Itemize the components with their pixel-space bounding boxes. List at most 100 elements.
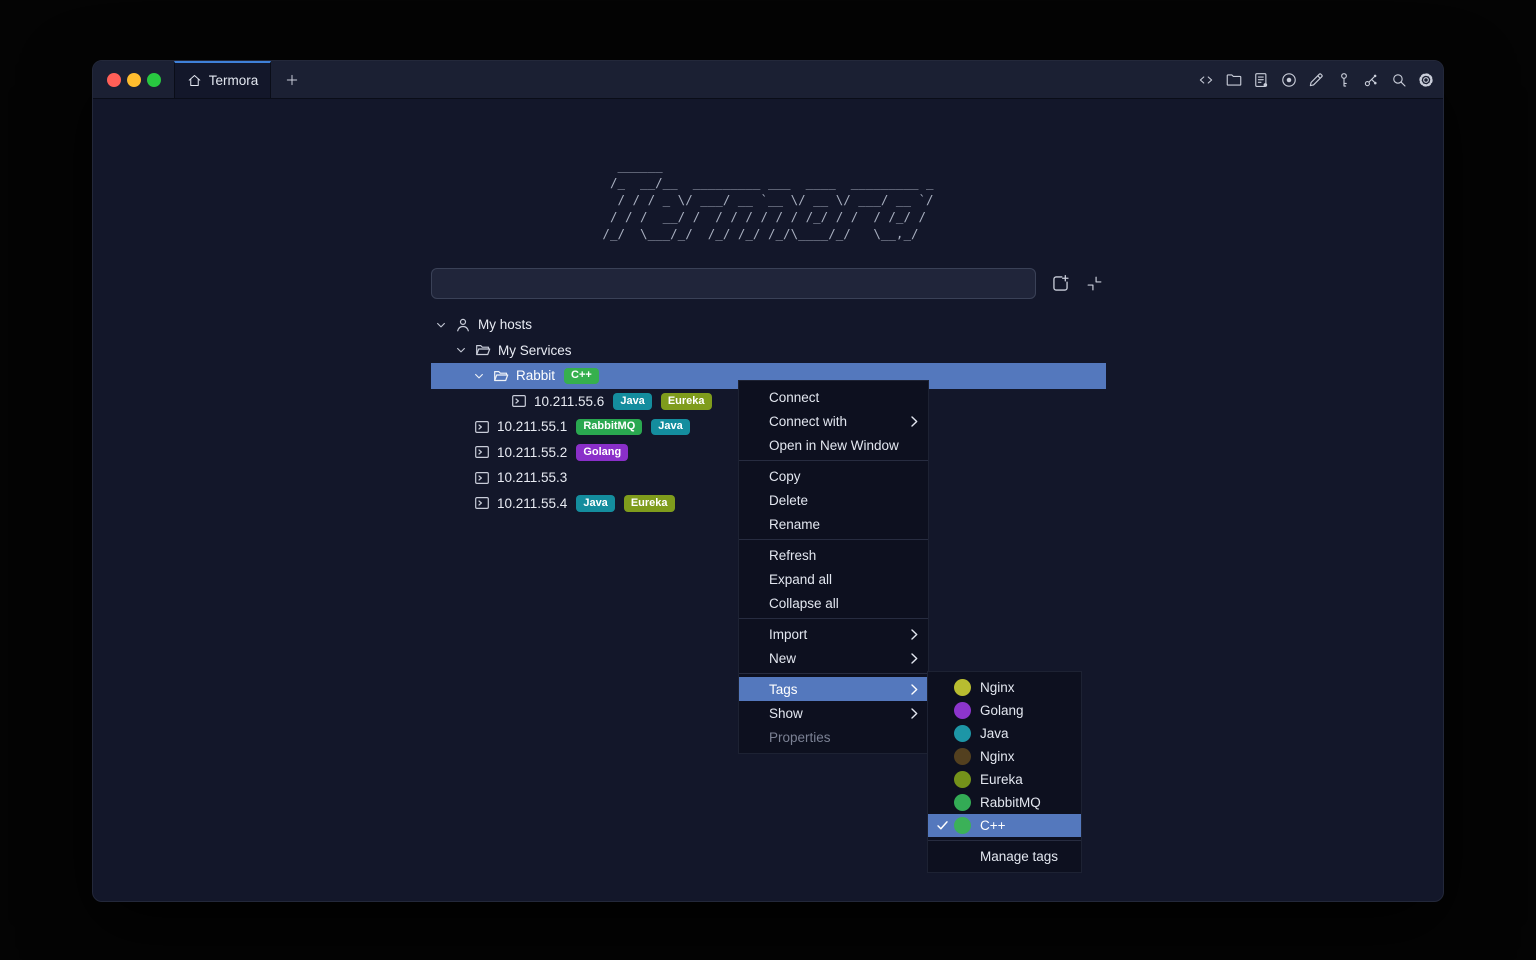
- close-window-button[interactable]: [107, 73, 121, 87]
- ascii-art-logo: ______ /_ __/__ _________ ___ ____ _____…: [602, 157, 933, 242]
- tag-color-dot: [954, 748, 971, 765]
- new-host-button[interactable]: [1049, 273, 1071, 295]
- record-icon: [1280, 71, 1298, 89]
- app-banner: ______ /_ __/__ _________ ___ ____ _____…: [93, 157, 1443, 243]
- minimize-window-button[interactable]: [127, 73, 141, 87]
- tab-title: Termora: [209, 73, 259, 88]
- edit-icon: [1307, 71, 1325, 89]
- code-icon: [1197, 71, 1215, 89]
- submenu-item-eureka[interactable]: Eureka: [928, 768, 1081, 791]
- menu-separator: [928, 840, 1081, 841]
- tag-color-dot: [954, 702, 971, 719]
- titlebar-toolbar: [1197, 61, 1443, 98]
- tag-color-dot: [954, 679, 971, 696]
- submenu-item-cpp[interactable]: C++: [928, 814, 1081, 837]
- context-menu: Connect Connect with Open in New Window …: [738, 380, 929, 754]
- toolbar-folder-button[interactable]: [1225, 71, 1243, 89]
- chevron-right-icon: [911, 684, 918, 695]
- submenu-item-manage-tags[interactable]: Manage tags: [928, 844, 1081, 868]
- menu-item-tags[interactable]: Tags: [739, 677, 928, 701]
- chevron-right-icon: [911, 653, 918, 664]
- submenu-item-nginx[interactable]: Nginx: [928, 676, 1081, 699]
- tag-color-dot: [954, 817, 971, 834]
- toolbar-keychain-button[interactable]: [1362, 71, 1380, 89]
- terminal-icon: [474, 495, 490, 511]
- toolbar-log-button[interactable]: [1252, 71, 1270, 89]
- tree-item-my-hosts[interactable]: My hosts: [431, 312, 1106, 338]
- menu-separator: [739, 618, 928, 619]
- tree-item-my-services[interactable]: My Services: [431, 338, 1106, 364]
- collapse-all-button[interactable]: [1083, 273, 1105, 295]
- tag-badge: Java: [651, 419, 689, 436]
- tag-badge: RabbitMQ: [576, 419, 642, 436]
- log-icon: [1252, 71, 1270, 89]
- traffic-lights: [93, 61, 174, 98]
- menu-item-collapse-all[interactable]: Collapse all: [739, 591, 928, 615]
- tag-badge: Java: [613, 393, 651, 410]
- collapse-icon: [1085, 274, 1104, 293]
- toolbar-settings-button[interactable]: [1417, 71, 1435, 89]
- menu-item-expand-all[interactable]: Expand all: [739, 567, 928, 591]
- toolbar-code-button[interactable]: [1197, 71, 1215, 89]
- submenu-item-java[interactable]: Java: [928, 722, 1081, 745]
- tag-color-dot: [954, 771, 971, 788]
- menu-item-import[interactable]: Import: [739, 622, 928, 646]
- submenu-item-golang[interactable]: Golang: [928, 699, 1081, 722]
- chevron-right-icon: [911, 629, 918, 640]
- submenu-item-rabbitmq[interactable]: RabbitMQ: [928, 791, 1081, 814]
- user-icon: [455, 317, 471, 333]
- tag-color-dot: [954, 794, 971, 811]
- terminal-icon: [474, 444, 490, 460]
- tag-color-dot: [954, 725, 971, 742]
- menu-separator: [739, 539, 928, 540]
- menu-item-copy[interactable]: Copy: [739, 464, 928, 488]
- toolbar-search-button[interactable]: [1390, 71, 1408, 89]
- new-tab-button[interactable]: [271, 61, 313, 98]
- add-icon: [1050, 273, 1071, 294]
- terminal-icon: [511, 393, 527, 409]
- tag-badge: Eureka: [624, 495, 675, 512]
- menu-separator: [739, 673, 928, 674]
- tag-badge: Eureka: [661, 393, 712, 410]
- app-window: Termora: [92, 60, 1444, 902]
- search-icon: [1390, 71, 1408, 89]
- folder-icon: [1225, 71, 1243, 89]
- toolbar-key-button[interactable]: [1335, 71, 1353, 89]
- toolbar-edit-button[interactable]: [1307, 71, 1325, 89]
- menu-item-connect-with[interactable]: Connect with: [739, 409, 928, 433]
- menu-item-properties: Properties: [739, 725, 928, 749]
- maximize-window-button[interactable]: [147, 73, 161, 87]
- folder-open-icon: [475, 342, 491, 358]
- home-icon: [187, 73, 202, 88]
- filter-hosts-input[interactable]: [431, 268, 1036, 299]
- check-icon: [936, 819, 954, 832]
- titlebar: Termora: [93, 61, 1443, 99]
- tags-submenu: Nginx Golang Java Nginx Eureka RabbitMQ: [927, 671, 1082, 873]
- chevron-down-icon[interactable]: [435, 319, 447, 331]
- chevron-down-icon[interactable]: [455, 344, 467, 356]
- tag-badge: C++: [564, 368, 599, 385]
- menu-separator: [739, 460, 928, 461]
- search-row: [431, 268, 1105, 299]
- chevron-right-icon: [911, 416, 918, 427]
- folder-open-icon: [493, 368, 509, 384]
- menu-item-new[interactable]: New: [739, 646, 928, 670]
- gear-icon: [1417, 71, 1435, 89]
- menu-item-refresh[interactable]: Refresh: [739, 543, 928, 567]
- menu-item-open-in-new-window[interactable]: Open in New Window: [739, 433, 928, 457]
- menu-item-connect[interactable]: Connect: [739, 385, 928, 409]
- toolbar-record-button[interactable]: [1280, 71, 1298, 89]
- chevron-down-icon[interactable]: [473, 370, 485, 382]
- terminal-icon: [474, 419, 490, 435]
- tab-termora[interactable]: Termora: [174, 61, 271, 98]
- menu-item-delete[interactable]: Delete: [739, 488, 928, 512]
- menu-item-rename[interactable]: Rename: [739, 512, 928, 536]
- submenu-item-nginx-2[interactable]: Nginx: [928, 745, 1081, 768]
- key-icon: [1335, 71, 1353, 89]
- tag-badge: Java: [576, 495, 614, 512]
- tag-badge: Golang: [576, 444, 628, 461]
- menu-item-show[interactable]: Show: [739, 701, 928, 725]
- terminal-icon: [474, 470, 490, 486]
- keychain-icon: [1362, 71, 1380, 89]
- chevron-right-icon: [911, 708, 918, 719]
